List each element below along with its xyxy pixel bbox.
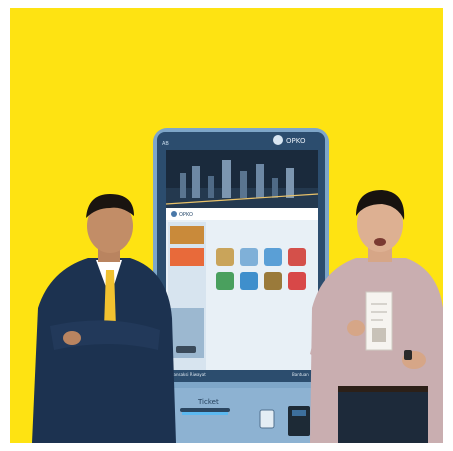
building: [240, 171, 247, 198]
card-reader[interactable]: [259, 409, 275, 429]
promo-card[interactable]: [170, 248, 204, 266]
tile-7-icon[interactable]: [264, 272, 282, 290]
brand-logo-icon: [273, 135, 283, 145]
building: [222, 160, 231, 198]
terminal-display: [292, 410, 306, 416]
man-right: [310, 190, 443, 443]
promo-card[interactable]: [170, 226, 204, 244]
belt: [338, 386, 428, 392]
hand: [63, 331, 81, 345]
tile-6-icon[interactable]: [240, 272, 258, 290]
building: [286, 168, 294, 198]
brand-top-text: OPKO: [286, 137, 306, 145]
screen-logo-icon: [171, 211, 177, 217]
building: [180, 173, 186, 198]
ticket-slot[interactable]: [180, 408, 230, 412]
qr-code-icon: [372, 328, 386, 342]
scene: OPKO AB OPKO Transaksi Riwayat Bantuan T…: [32, 128, 443, 443]
ticket-label: Ticket: [197, 398, 219, 406]
building: [208, 176, 214, 198]
kiosk: OPKO AB OPKO Transaksi Riwayat Bantuan T…: [153, 128, 329, 443]
building: [256, 164, 264, 198]
building: [192, 166, 200, 198]
screen-brand-text: OPKO: [179, 212, 193, 218]
trousers: [338, 386, 428, 443]
tile-8-icon[interactable]: [288, 272, 306, 290]
tile-2-icon[interactable]: [240, 248, 258, 266]
suit-jacket: [32, 258, 176, 443]
car-shape: [176, 346, 196, 353]
ticket-slot-light: [182, 412, 228, 415]
footer-left-text[interactable]: Transaksi Riwayat: [169, 372, 206, 377]
tile-1-icon[interactable]: [216, 248, 234, 266]
hand-holding: [347, 320, 365, 336]
tile-3-icon[interactable]: [264, 248, 282, 266]
tile-5-icon[interactable]: [216, 272, 234, 290]
building: [272, 178, 278, 198]
footer-right-text[interactable]: Bantuan: [292, 372, 309, 377]
corner-label: AB: [162, 141, 169, 147]
wristwatch: [404, 350, 412, 360]
tile-4-icon[interactable]: [288, 248, 306, 266]
open-mouth: [374, 238, 386, 246]
photo-frame: OPKO AB OPKO Transaksi Riwayat Bantuan T…: [10, 8, 443, 443]
